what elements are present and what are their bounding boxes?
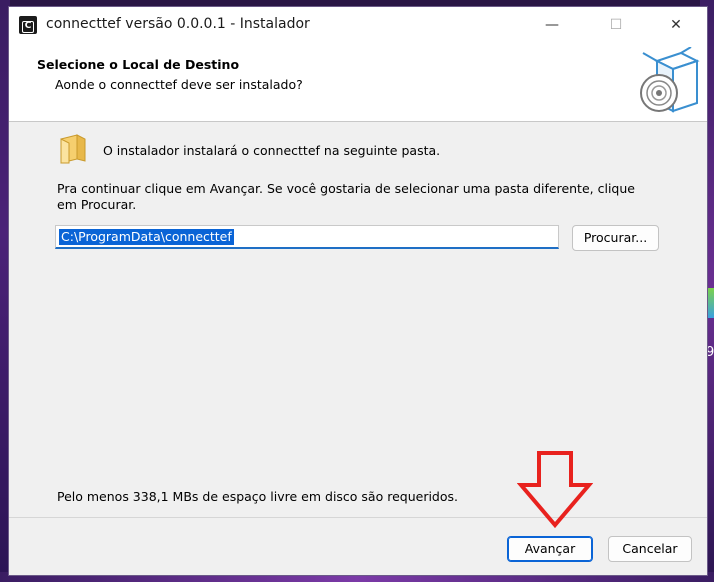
destination-info-text: O instalador instalará o connecttef na s… xyxy=(103,143,441,158)
footer-divider xyxy=(9,517,707,518)
title-bar[interactable]: C connecttef versão 0.0.0.1 - Instalador… xyxy=(9,7,707,43)
install-box-icon xyxy=(640,47,700,113)
header-divider xyxy=(9,121,707,122)
window-title: connecttef versão 0.0.0.1 - Instalador xyxy=(46,16,310,32)
destination-path-value[interactable]: C:\ProgramData\connecttef xyxy=(59,229,234,245)
wizard-header: Selecione o Local de Destino Aonde o con… xyxy=(9,43,707,121)
folder-icon xyxy=(60,134,86,164)
page-title: Selecione o Local de Destino xyxy=(37,57,240,72)
installer-window: C connecttef versão 0.0.0.1 - Instalador… xyxy=(8,6,708,576)
cancel-button[interactable]: Cancelar xyxy=(608,536,692,562)
minimize-button[interactable]: — xyxy=(529,7,575,43)
page-subtitle: Aonde o connecttef deve ser instalado? xyxy=(55,77,303,92)
app-icon[interactable]: C xyxy=(19,16,37,34)
red-down-arrow-icon xyxy=(517,451,593,529)
close-button[interactable]: ✕ xyxy=(653,7,699,43)
maximize-button[interactable]: ☐ xyxy=(593,7,639,43)
next-button[interactable]: Avançar xyxy=(507,536,593,562)
instruction-text: Pra continuar clique em Avançar. Se você… xyxy=(57,181,635,212)
desktop-widget-edge xyxy=(708,288,714,318)
destination-path-input[interactable]: C:\ProgramData\connecttef xyxy=(55,225,559,249)
browse-button[interactable]: Procurar... xyxy=(572,225,659,251)
disk-space-requirement: Pelo menos 338,1 MBs de espaço livre em … xyxy=(57,489,458,504)
